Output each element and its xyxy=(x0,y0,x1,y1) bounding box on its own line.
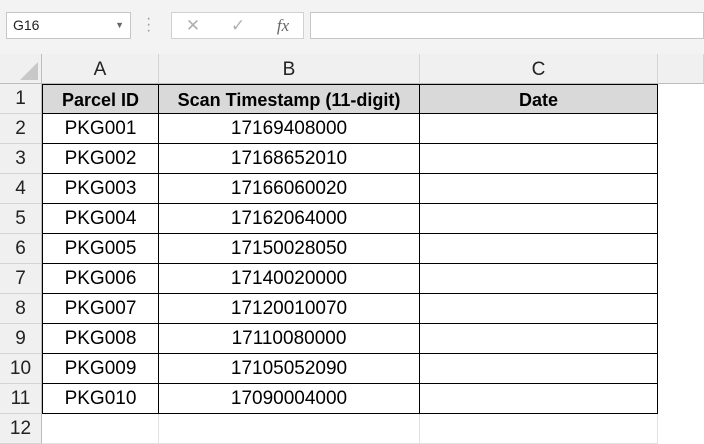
row-header[interactable]: 5 xyxy=(0,204,42,234)
column-header-b[interactable]: B xyxy=(159,54,420,84)
table-cell[interactable] xyxy=(420,204,658,234)
table-cell[interactable]: PKG004 xyxy=(42,204,159,234)
name-box[interactable]: G16 ▼ xyxy=(6,12,131,39)
table-cell[interactable] xyxy=(420,114,658,144)
row-header[interactable]: 10 xyxy=(0,354,42,384)
formula-input[interactable] xyxy=(310,12,704,39)
table-cell[interactable]: PKG003 xyxy=(42,174,159,204)
table-header-cell[interactable]: Scan Timestamp (11-digit) xyxy=(159,84,420,114)
table-cell[interactable]: PKG008 xyxy=(42,324,159,354)
table-cell[interactable]: 17120010070 xyxy=(159,294,420,324)
formula-bar: G16 ▼ · · · ✕ ✓ fx xyxy=(0,0,704,54)
table-header-cell[interactable]: Date xyxy=(420,84,658,114)
table-cell[interactable]: 17169408000 xyxy=(159,114,420,144)
empty-cell[interactable] xyxy=(42,414,159,444)
table-cell[interactable]: 17110080000 xyxy=(159,324,420,354)
row-header[interactable]: 6 xyxy=(0,234,42,264)
drag-handle-icon[interactable]: · · · xyxy=(146,11,151,39)
table-cell[interactable] xyxy=(420,354,658,384)
row-header[interactable]: 2 xyxy=(0,114,42,144)
column-header-c[interactable]: C xyxy=(420,54,658,84)
table-cell[interactable]: 17150028050 xyxy=(159,234,420,264)
select-all-icon xyxy=(20,62,38,80)
enter-icon[interactable]: ✓ xyxy=(223,13,253,38)
name-box-value: G16 xyxy=(13,17,40,33)
cancel-icon[interactable]: ✕ xyxy=(178,13,208,38)
empty-cell[interactable] xyxy=(420,414,658,444)
table-cell[interactable]: PKG009 xyxy=(42,354,159,384)
table-cell[interactable]: 17162064000 xyxy=(159,204,420,234)
table-cell[interactable]: PKG002 xyxy=(42,144,159,174)
table-cell[interactable] xyxy=(420,324,658,354)
table-cell[interactable]: 17090004000 xyxy=(159,384,420,414)
table-cell[interactable] xyxy=(420,264,658,294)
insert-function-icon[interactable]: fx xyxy=(268,13,298,38)
row-header[interactable]: 3 xyxy=(0,144,42,174)
table-cell[interactable]: 17168652010 xyxy=(159,144,420,174)
table-cell[interactable] xyxy=(420,384,658,414)
row-header[interactable]: 11 xyxy=(0,384,42,414)
table-cell[interactable]: PKG001 xyxy=(42,114,159,144)
table-cell[interactable]: 17140020000 xyxy=(159,264,420,294)
table-cell[interactable] xyxy=(420,294,658,324)
table-cell[interactable] xyxy=(420,234,658,264)
row-header[interactable]: 9 xyxy=(0,324,42,354)
table-cell[interactable]: PKG007 xyxy=(42,294,159,324)
chevron-down-icon[interactable]: ▼ xyxy=(115,13,124,38)
table-cell[interactable]: 17166060020 xyxy=(159,174,420,204)
table-header-cell[interactable]: Parcel ID xyxy=(42,84,159,114)
row-header[interactable]: 8 xyxy=(0,294,42,324)
table-cell[interactable]: 17105052090 xyxy=(159,354,420,384)
table-cell[interactable]: PKG006 xyxy=(42,264,159,294)
select-all-button[interactable] xyxy=(0,54,42,84)
row-header[interactable]: 1 xyxy=(0,84,42,114)
row-header[interactable]: 12 xyxy=(0,414,42,444)
row-header[interactable]: 4 xyxy=(0,174,42,204)
table-cell[interactable] xyxy=(420,174,658,204)
column-header-d[interactable]: D xyxy=(658,54,704,84)
table-cell[interactable]: PKG005 xyxy=(42,234,159,264)
empty-cell[interactable] xyxy=(159,414,420,444)
spreadsheet-grid: A B C D 1Parcel IDScan Timestamp (11-dig… xyxy=(0,54,704,444)
table-cell[interactable]: PKG010 xyxy=(42,384,159,414)
table-cell[interactable] xyxy=(420,144,658,174)
column-header-a[interactable]: A xyxy=(42,54,159,84)
row-header[interactable]: 7 xyxy=(0,264,42,294)
formula-buttons: ✕ ✓ fx xyxy=(171,12,304,39)
